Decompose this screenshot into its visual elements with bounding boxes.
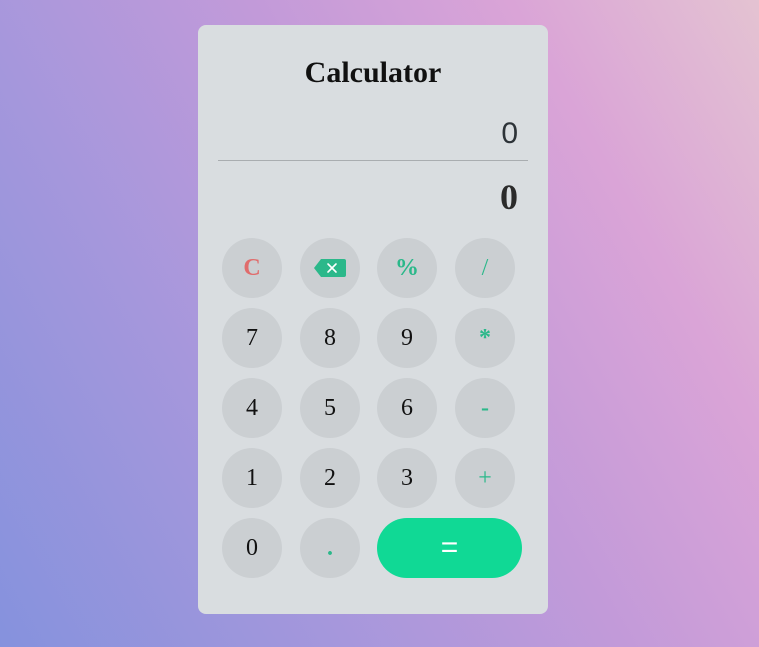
digit-5-button[interactable]: 5 bbox=[300, 378, 360, 438]
multiply-button[interactable]: * bbox=[455, 308, 515, 368]
expression-display: 0 bbox=[501, 117, 518, 150]
digit-9-button[interactable]: 9 bbox=[377, 308, 437, 368]
digit-1-button[interactable]: 1 bbox=[222, 448, 282, 508]
digit-7-button[interactable]: 7 bbox=[222, 308, 282, 368]
backspace-icon bbox=[314, 259, 346, 277]
percent-button[interactable]: % bbox=[377, 238, 437, 298]
digit-0-button[interactable]: 0 bbox=[222, 518, 282, 578]
page-title: Calculator bbox=[304, 56, 442, 89]
digit-2-button[interactable]: 2 bbox=[300, 448, 360, 508]
backspace-button[interactable] bbox=[300, 238, 360, 298]
divide-button[interactable]: / bbox=[455, 238, 515, 298]
result-display: 0 bbox=[500, 177, 518, 217]
clear-button[interactable]: C bbox=[222, 238, 282, 298]
digit-6-button[interactable]: 6 bbox=[377, 378, 437, 438]
digit-4-button[interactable]: 4 bbox=[222, 378, 282, 438]
decimal-button[interactable]: . bbox=[300, 518, 360, 578]
display-divider bbox=[218, 160, 528, 161]
digit-8-button[interactable]: 8 bbox=[300, 308, 360, 368]
subtract-button[interactable]: - bbox=[455, 378, 515, 438]
digit-3-button[interactable]: 3 bbox=[377, 448, 437, 508]
equals-button[interactable]: = bbox=[377, 518, 522, 578]
calculator-card: Calculator 0 0 C % / 7 8 9 * 4 5 6 - 1 2… bbox=[198, 25, 548, 614]
add-button[interactable]: + bbox=[455, 448, 515, 508]
